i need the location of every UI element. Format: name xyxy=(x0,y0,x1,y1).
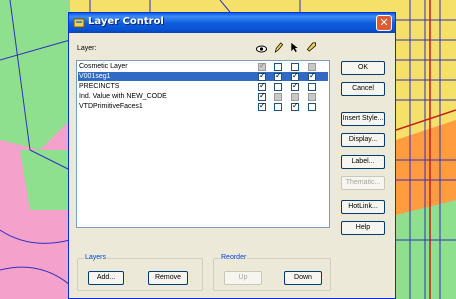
label-icon xyxy=(306,42,316,52)
label-button[interactable]: Label... xyxy=(341,155,385,169)
autolabel-checkbox[interactable] xyxy=(308,93,316,101)
selectable-checkbox[interactable] xyxy=(291,63,299,71)
close-button[interactable]: ✕ xyxy=(376,15,392,31)
insert-style-button[interactable]: Insert Style... xyxy=(341,112,385,126)
eye-icon xyxy=(256,45,267,53)
layer-column-header: Layer: xyxy=(77,45,97,52)
remove-layer-button[interactable]: Remove xyxy=(148,271,188,285)
select-arrow-icon xyxy=(291,42,298,53)
visible-checkbox[interactable]: ✓ xyxy=(258,81,266,91)
layer-row[interactable]: PRECINCTS ✓ ✓ xyxy=(78,81,328,91)
visible-checkbox[interactable]: ✓ xyxy=(258,61,266,71)
layer-name: Cosmetic Layer xyxy=(79,63,128,70)
editable-checkbox[interactable] xyxy=(274,103,282,111)
editable-checkbox[interactable] xyxy=(274,93,282,101)
layer-control-dialog: Layer Control ✕ Layer: Cosmetic Layer ✓ … xyxy=(68,12,396,299)
selectable-checkbox[interactable]: ✓ xyxy=(291,81,299,91)
move-up-button[interactable]: Up xyxy=(224,271,262,285)
layer-row[interactable]: Cosmetic Layer ✓ xyxy=(78,61,328,71)
layer-row[interactable]: Ind. Value with NEW_CODE ✓ xyxy=(78,91,328,101)
selectable-checkbox[interactable]: ✓ xyxy=(291,101,299,111)
layer-row[interactable]: V001seg1 ✓ ✓ ✓ ✓ xyxy=(78,71,328,81)
visible-checkbox[interactable]: ✓ xyxy=(258,101,266,111)
display-button[interactable]: Display... xyxy=(341,133,385,147)
help-button[interactable]: Help xyxy=(341,221,385,235)
editable-checkbox[interactable]: ✓ xyxy=(274,71,282,81)
dialog-title: Layer Control xyxy=(88,16,164,27)
autolabel-checkbox[interactable] xyxy=(308,63,316,71)
layer-name: V001seg1 xyxy=(79,73,111,80)
visible-checkbox[interactable]: ✓ xyxy=(258,91,266,101)
editable-checkbox[interactable] xyxy=(274,83,282,91)
reorder-group: Reorder Up Down xyxy=(213,254,331,291)
cancel-button[interactable]: Cancel xyxy=(341,82,385,96)
autolabel-checkbox[interactable] xyxy=(308,83,316,91)
add-layer-button[interactable]: Add... xyxy=(88,271,124,285)
hotlink-button[interactable]: HotLink... xyxy=(341,200,385,214)
close-icon: ✕ xyxy=(379,16,389,29)
layer-name: PRECINCTS xyxy=(79,83,120,90)
reorder-group-title: Reorder xyxy=(220,254,248,261)
autolabel-checkbox[interactable] xyxy=(308,103,316,111)
layers-group: Layers Add... Remove xyxy=(77,254,203,291)
move-down-button[interactable]: Down xyxy=(284,271,322,285)
selectable-checkbox[interactable]: ✓ xyxy=(291,71,299,81)
layer-list[interactable]: Cosmetic Layer ✓ V001seg1 ✓ ✓ ✓ ✓ PRECIN… xyxy=(76,60,330,228)
layer-row[interactable]: VTDPrimitiveFaces1 ✓ ✓ xyxy=(78,101,328,111)
thematic-button[interactable]: Thematic... xyxy=(341,176,385,190)
selectable-checkbox[interactable] xyxy=(291,93,299,101)
visible-checkbox[interactable]: ✓ xyxy=(258,71,266,81)
layer-control-icon xyxy=(73,18,85,28)
editable-checkbox[interactable] xyxy=(274,63,282,71)
pencil-icon xyxy=(274,42,284,53)
ok-button[interactable]: OK xyxy=(341,61,385,75)
layer-name: VTDPrimitiveFaces1 xyxy=(79,103,143,110)
title-bar[interactable]: Layer Control ✕ xyxy=(69,13,395,33)
autolabel-checkbox[interactable]: ✓ xyxy=(308,71,316,81)
layer-name: Ind. Value with NEW_CODE xyxy=(79,93,167,100)
layers-group-title: Layers xyxy=(84,254,108,261)
